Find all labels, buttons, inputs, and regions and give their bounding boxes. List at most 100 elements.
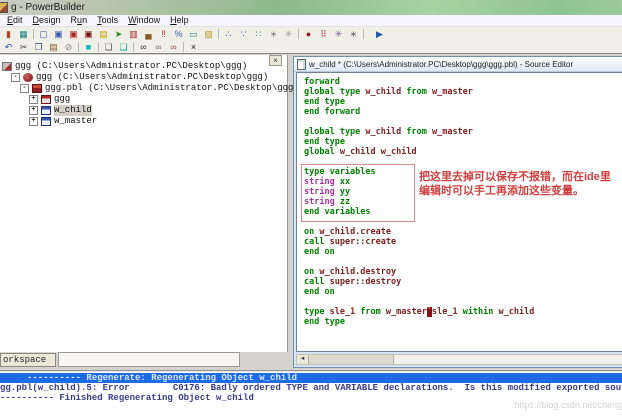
tree-item-label: ggg: [54, 94, 71, 104]
document-icon: [297, 58, 306, 70]
copy-icon[interactable]: ❐: [31, 41, 46, 53]
editor-title-bar[interactable]: w_child * (C:\Users\Administrator.PC\Des…: [294, 57, 622, 72]
code-line[interactable]: end on: [297, 287, 622, 297]
menu-window[interactable]: Window: [123, 15, 165, 26]
tree-item-target-ggg[interactable]: - ggg (C:\Users\Administrator.PC\Desktop\…: [0, 72, 287, 83]
tree-item-w-master[interactable]: + w_master: [0, 116, 287, 127]
painterbar-toolbar: ↶ ✂ ❐ ▤ ⊘ ■ ❏ ❏ ∞ ∞ ∞ ×: [0, 40, 622, 53]
code-line[interactable]: [297, 217, 622, 227]
window-grid-icon[interactable]: ▣: [51, 28, 66, 40]
comment-icon[interactable]: ❏: [101, 41, 116, 53]
scatter-chart2-icon[interactable]: ∵: [236, 28, 251, 40]
report-painter-icon[interactable]: ▣: [81, 28, 96, 40]
code-line[interactable]: end type: [297, 137, 622, 147]
workspace-icon: [2, 62, 12, 71]
output-line-selected[interactable]: ---------- Regenerate: Regenerating Obje…: [0, 373, 622, 383]
flower2-icon[interactable]: ✳: [331, 28, 346, 40]
tree-item-application-ggg[interactable]: + ggg: [0, 94, 287, 105]
percent-icon[interactable]: %: [171, 28, 186, 40]
edit-source-icon[interactable]: ▨: [201, 28, 216, 40]
toolbar-separator: [133, 41, 134, 52]
code-line[interactable]: [297, 297, 622, 307]
powerbar-toolbar: ▮ ▦ ▢ ▣ ▣ ▣ ▤ ➤ ▥ ▄ ‼% ▭ ▨ ∴ ∵ ∷ ∗ ✳ ● ⠿ ✳ ∗ ▶: [0, 27, 622, 40]
code-line[interactable]: on w_child.create: [297, 227, 622, 237]
briefcase-icon[interactable]: ▄: [141, 28, 156, 40]
dots-grid-icon[interactable]: ⠿: [316, 28, 331, 40]
code-line[interactable]: type sle_1 from w_master`sle_1 within w_…: [297, 307, 622, 317]
source-editor-window: w_child * (C:\Users\Administrator.PC\Des…: [293, 56, 622, 368]
menu-edit[interactable]: Edit: [2, 15, 28, 26]
library-icon: [32, 84, 42, 93]
code-line[interactable]: on w_child.destroy: [297, 267, 622, 277]
window-icon: [41, 117, 51, 126]
collapse-icon[interactable]: -: [11, 73, 20, 82]
mdi-area: × ggg (C:\Users\Administrator.PC\Desktop…: [0, 54, 622, 370]
code-line[interactable]: end type: [297, 97, 622, 107]
library-painter-icon[interactable]: ▦: [16, 28, 31, 40]
uncomment-icon[interactable]: ❏: [116, 41, 131, 53]
replace-icon[interactable]: ∞: [166, 41, 181, 53]
tab-workspace[interactable]: orkspace: [0, 353, 56, 367]
collapse-icon[interactable]: -: [20, 84, 29, 93]
find-icon[interactable]: ∞: [136, 41, 151, 53]
menu-design[interactable]: Design: [28, 15, 66, 26]
debug-icon[interactable]: ‼: [156, 28, 171, 40]
code-editor[interactable]: forward global type w_child from w_master…: [296, 72, 622, 352]
code-line[interactable]: forward: [297, 77, 622, 87]
code-line[interactable]: end variables: [297, 207, 622, 217]
toolbar-separator: [363, 28, 364, 39]
clear-icon[interactable]: ⊘: [61, 41, 76, 53]
datawindow-painter-icon[interactable]: ▣: [66, 28, 81, 40]
output-line[interactable]: gg.pbl(w_child).5: Error C0176: Badly or…: [0, 383, 622, 393]
cut-icon[interactable]: ✂: [16, 41, 31, 53]
flower-icon[interactable]: ✳: [281, 28, 296, 40]
code-line[interactable]: end type: [297, 317, 622, 327]
menu-tools[interactable]: Tools: [92, 15, 123, 26]
close-icon[interactable]: ×: [186, 41, 201, 53]
pattern-icon[interactable]: ∗: [266, 28, 281, 40]
sphere-icon[interactable]: ●: [301, 28, 316, 40]
scroll-left-icon[interactable]: ◄: [297, 355, 309, 364]
scatter-chart-icon[interactable]: ∴: [221, 28, 236, 40]
toolbar-separator: [218, 28, 219, 39]
graph-icon[interactable]: ∷: [251, 28, 266, 40]
code-text[interactable]: forward global type w_child from w_master…: [297, 73, 622, 327]
expand-icon[interactable]: +: [29, 106, 38, 115]
code-line[interactable]: string zz: [297, 197, 622, 207]
tree-item-w-child[interactable]: + w_child: [0, 105, 287, 116]
database-painter-icon[interactable]: ▥: [126, 28, 141, 40]
speckle-icon[interactable]: ∗: [346, 28, 361, 40]
code-line[interactable]: global w_child w_child: [297, 147, 622, 157]
code-line[interactable]: global type w_child from w_master: [297, 87, 622, 97]
select-icon[interactable]: ■: [81, 41, 96, 53]
menu-run[interactable]: Run: [66, 15, 93, 26]
printer-icon[interactable]: ▭: [186, 28, 201, 40]
close-icon[interactable]: ×: [269, 55, 282, 66]
expand-icon[interactable]: +: [29, 117, 38, 126]
code-line[interactable]: call super::destroy: [297, 277, 622, 287]
paint-icon[interactable]: ▮: [1, 28, 16, 40]
code-line[interactable]: [297, 257, 622, 267]
window-painter-icon[interactable]: ▢: [36, 28, 51, 40]
undo-icon[interactable]: ↶: [1, 41, 16, 53]
expand-icon[interactable]: +: [29, 95, 38, 104]
menu-help[interactable]: Help: [165, 15, 194, 26]
horizontal-scrollbar[interactable]: ◄: [296, 354, 622, 365]
code-line[interactable]: global type w_child from w_master: [297, 127, 622, 137]
find-next-icon[interactable]: ∞: [151, 41, 166, 53]
scrollbar-thumb[interactable]: [309, 355, 394, 364]
code-line[interactable]: [297, 117, 622, 127]
tree-item-library-ggg-pbl[interactable]: - ggg.pbl (C:\Users\Administrator.PC\Desk…: [0, 83, 299, 94]
code-line[interactable]: [297, 157, 622, 167]
tree-item-workspace-ggg[interactable]: ggg (C:\Users\Administrator.PC\Desktop\g…: [0, 61, 287, 72]
tab-strip-blank: [58, 352, 240, 367]
code-line[interactable]: end on: [297, 247, 622, 257]
window-title: g - PowerBuilder: [11, 2, 85, 13]
code-line[interactable]: call super::create: [297, 237, 622, 247]
exit-icon[interactable]: ▶: [372, 28, 387, 40]
tree-item-label: w_child: [54, 105, 92, 116]
code-line[interactable]: end forward: [297, 107, 622, 117]
paste-icon[interactable]: ▤: [46, 41, 61, 53]
run-icon[interactable]: ➤: [111, 28, 126, 40]
form-painter-icon[interactable]: ▤: [96, 28, 111, 40]
